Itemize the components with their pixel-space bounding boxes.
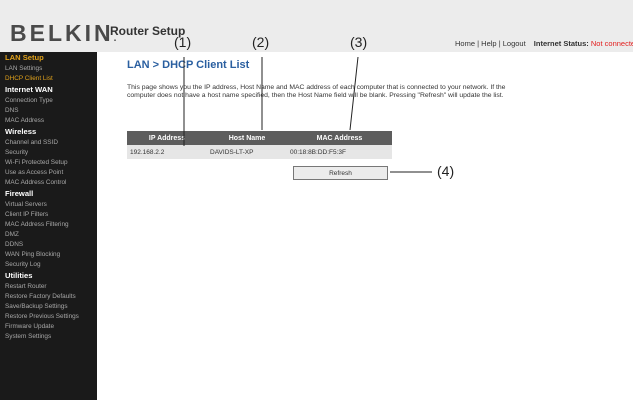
nav-separator: | (477, 39, 480, 48)
sidebar-item-connection-type[interactable]: Connection Type (0, 96, 97, 106)
router-setup-page: BELKIN. Router Setup Home | Help | Logou… (0, 0, 633, 400)
sidebar-heading-lan-setup: LAN Setup (5, 53, 44, 62)
sidebar-item-mac-address-filtering[interactable]: MAC Address Filtering (0, 220, 97, 230)
sidebar-item-firmware-update[interactable]: Firmware Update (0, 322, 97, 332)
table-row: 192.168.2.2 DAVIDS-LT-XP 00:18:8B:DD:F5:… (127, 145, 392, 159)
column-header-mac-address: MAC Address (287, 131, 392, 145)
callout-2: (2) (252, 34, 270, 50)
top-nav: Home | Help | Logout Internet Status: No… (455, 39, 633, 48)
sidebar-item-client-ip-filters[interactable]: Client IP Filters (0, 210, 97, 220)
callout-3: (3) (350, 34, 368, 50)
sidebar-item-restart-router[interactable]: Restart Router (0, 282, 97, 292)
sidebar-item-dhcp-client-list[interactable]: DHCP Client List (0, 74, 97, 84)
sidebar-item-save-backup-settings[interactable]: Save/Backup Settings (0, 302, 97, 312)
sidebar-item-security-log[interactable]: Security Log (0, 260, 97, 270)
sidebar-item-lan-settings[interactable]: LAN Settings (0, 64, 97, 74)
page-title: LAN > DHCP Client List (127, 59, 250, 71)
sidebar-item-dns[interactable]: DNS (0, 106, 97, 116)
callout-1: (1) (174, 34, 192, 50)
sidebar-item-channel-and-ssid[interactable]: Channel and SSID (0, 138, 97, 148)
page-description: This page shows you the IP address, Host… (127, 84, 506, 99)
cell-host-name: DAVIDS-LT-XP (207, 145, 287, 159)
nav-separator: | (498, 39, 501, 48)
sidebar-item-mac-address[interactable]: MAC Address (0, 116, 97, 126)
sidebar-item-mac-address-control[interactable]: MAC Address Control (0, 178, 97, 188)
cell-mac-address: 00:18:8B:DD:F5:3F (287, 145, 392, 159)
sidebar-item-use-as-access-point[interactable]: Use as Access Point (0, 168, 97, 178)
sidebar-heading-utilities: Utilities (5, 271, 33, 280)
logo-text: BELKIN (10, 20, 114, 46)
table-header-row: IP Address Host Name MAC Address (127, 131, 392, 145)
dhcp-client-table: IP Address Host Name MAC Address 192.168… (127, 131, 392, 159)
home-link[interactable]: Home (455, 39, 475, 48)
sidebar-heading-wireless: Wireless (5, 127, 37, 136)
logout-link[interactable]: Logout (503, 39, 526, 48)
sidebar-item-restore-previous-settings[interactable]: Restore Previous Settings (0, 312, 97, 322)
sidebar-item-dmz[interactable]: DMZ (0, 230, 97, 240)
sidebar-item-security[interactable]: Security (0, 148, 97, 158)
sidebar-heading-firewall: Firewall (5, 189, 34, 198)
belkin-logo: BELKIN. (10, 22, 116, 50)
help-link[interactable]: Help (481, 39, 496, 48)
sidebar-item-system-settings[interactable]: System Settings (0, 332, 97, 342)
sidebar-item-wi-fi-protected-setup[interactable]: Wi-Fi Protected Setup (0, 158, 97, 168)
header-bar: BELKIN. Router Setup Home | Help | Logou… (0, 0, 633, 52)
sidebar-item-ddns[interactable]: DDNS (0, 240, 97, 250)
sidebar-item-wan-ping-blocking[interactable]: WAN Ping Blocking (0, 250, 97, 260)
sidebar-nav: LAN Setup LAN Settings DHCP Client List Int… (0, 52, 97, 400)
refresh-button[interactable]: Refresh (293, 166, 388, 180)
sidebar-item-virtual-servers[interactable]: Virtual Servers (0, 200, 97, 210)
internet-status-value: Not connected (590, 39, 633, 48)
callout-4: (4) (437, 163, 455, 179)
column-header-host-name: Host Name (207, 131, 287, 145)
sidebar-heading-internet-wan: Internet WAN (5, 85, 53, 94)
internet-status-label: Internet Status: (533, 39, 589, 48)
cell-ip-address: 192.168.2.2 (127, 145, 207, 159)
sidebar-item-restore-factory-defaults[interactable]: Restore Factory Defaults (0, 292, 97, 302)
column-header-ip-address: IP Address (127, 131, 207, 145)
